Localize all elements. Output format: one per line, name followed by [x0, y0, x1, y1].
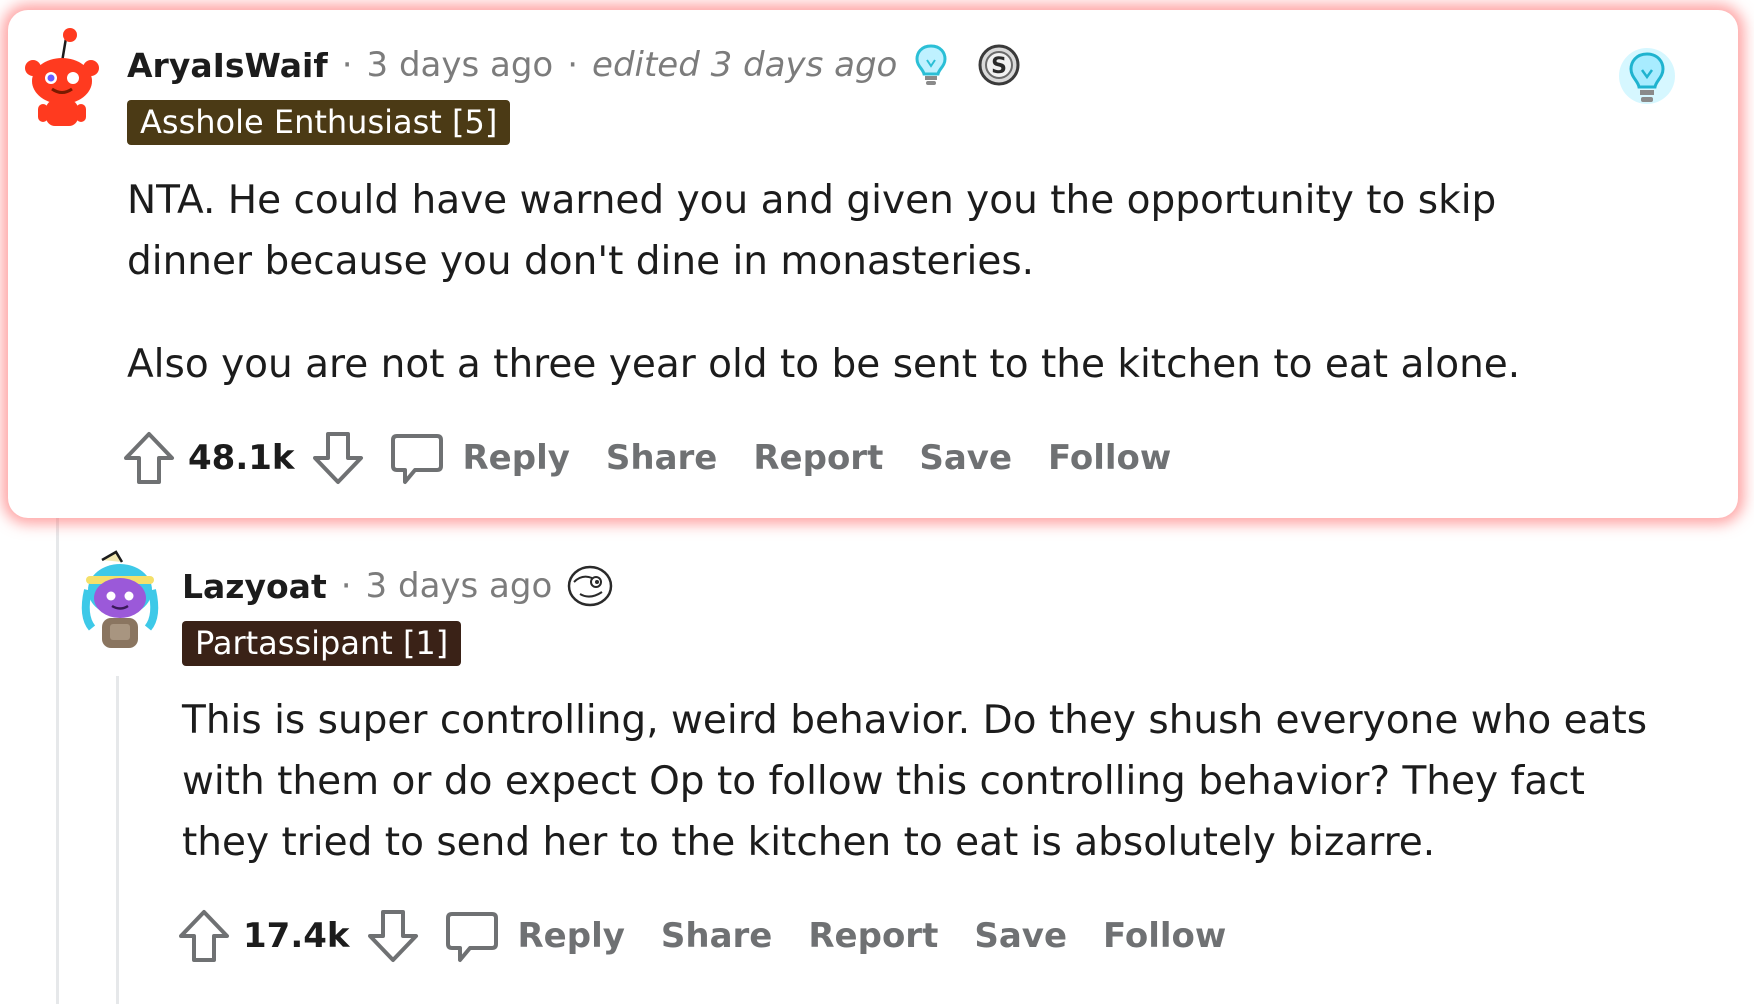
svg-text:S: S — [991, 54, 1007, 79]
user-flair: Partassipant [1] — [182, 621, 462, 666]
downvote-icon[interactable] — [366, 908, 420, 964]
comment-meta: AryaIsWaif · 3 days ago · edited 3 days … — [127, 42, 1021, 88]
follow-button[interactable]: Follow — [1103, 916, 1226, 956]
comment-action-bar: 48.1k Reply Share Report Save Follow — [122, 430, 1171, 486]
comment-action-bar: 17.4k Reply Share Report Save Follow — [177, 908, 1226, 964]
username[interactable]: Lazyoat — [182, 567, 327, 606]
follow-button[interactable]: Follow — [1048, 438, 1171, 478]
separator-dot: · — [567, 45, 579, 85]
timestamp[interactable]: 3 days ago — [367, 45, 554, 85]
comment-paragraph: This is super controlling, weird behavio… — [182, 698, 1648, 865]
snoo-avatar-icon — [81, 550, 159, 648]
username[interactable]: AryaIsWaif — [127, 46, 328, 85]
share-button[interactable]: Share — [661, 916, 772, 956]
report-button[interactable]: Report — [808, 916, 938, 956]
comment-paragraph: NTA. He could have warned you and given … — [127, 178, 1497, 284]
lightbulb-icon[interactable] — [1618, 44, 1676, 120]
comment-body: This is super controlling, weird behavio… — [182, 690, 1682, 873]
edited-timestamp: edited 3 days ago — [592, 45, 898, 85]
avatar[interactable] — [72, 546, 168, 658]
thread-line-reply[interactable] — [116, 676, 119, 1004]
lightbulb-icon[interactable] — [911, 42, 951, 88]
user-flair: Asshole Enthusiast [5] — [127, 100, 511, 145]
upvote-icon[interactable] — [177, 908, 231, 964]
comment-bubble-icon[interactable] — [389, 430, 445, 486]
save-button[interactable]: Save — [919, 438, 1012, 478]
reply-button[interactable]: Reply — [518, 916, 625, 956]
comment-bubble-icon[interactable] — [444, 908, 500, 964]
comment-body: NTA. He could have warned you and given … — [127, 170, 1627, 395]
reply-button[interactable]: Reply — [463, 438, 570, 478]
silver-coin-icon[interactable]: S — [977, 43, 1021, 87]
report-button[interactable]: Report — [753, 438, 883, 478]
snoo-avatar-icon — [25, 28, 99, 126]
comment-paragraph: Also you are not a three year old to be … — [127, 342, 1521, 387]
separator-dot: · — [340, 566, 352, 606]
avatar[interactable] — [20, 26, 104, 136]
face-emoji-icon[interactable] — [566, 564, 614, 608]
comment-meta: Lazyoat · 3 days ago — [182, 564, 614, 608]
downvote-icon[interactable] — [311, 430, 365, 486]
save-button[interactable]: Save — [974, 916, 1067, 956]
timestamp[interactable]: 3 days ago — [366, 566, 553, 606]
vote-score: 48.1k — [188, 438, 295, 478]
vote-score: 17.4k — [243, 916, 350, 956]
share-button[interactable]: Share — [606, 438, 717, 478]
separator-dot: · — [341, 45, 353, 85]
upvote-icon[interactable] — [122, 430, 176, 486]
